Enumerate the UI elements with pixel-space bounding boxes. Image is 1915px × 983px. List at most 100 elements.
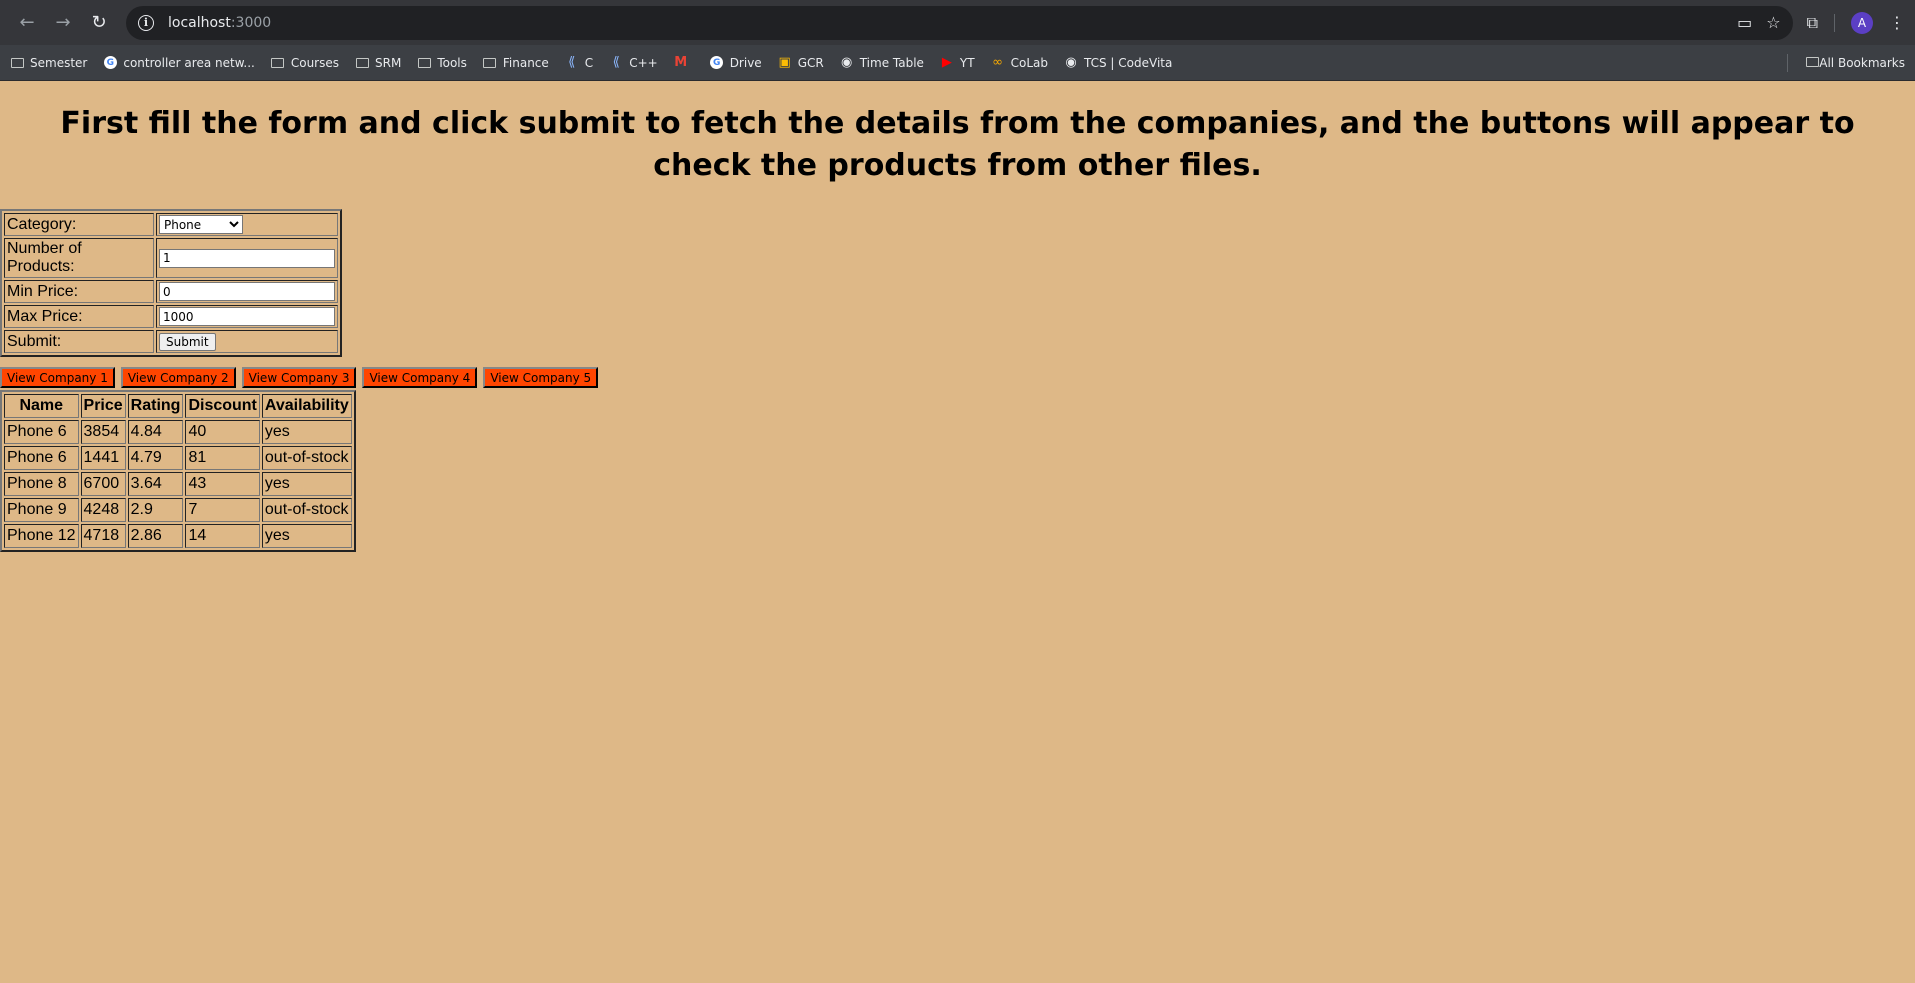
table-cell: yes	[261, 524, 352, 548]
view-company-5-button[interactable]: View Company 5	[483, 367, 599, 388]
bookmark-label: GCR	[797, 55, 824, 70]
table-cell: 1441	[80, 446, 126, 470]
classroom-icon: ▣	[778, 55, 791, 70]
table-cell: 3.64	[127, 472, 184, 496]
table-cell: yes	[261, 420, 352, 444]
bookmark-item[interactable]: ⟪ C	[565, 55, 593, 70]
gmail-icon: M	[674, 55, 688, 70]
bookmark-item[interactable]: G Drive	[710, 56, 762, 70]
submit-button[interactable]: Submit	[159, 332, 216, 351]
google-icon: G	[710, 56, 724, 69]
bookmark-label: Drive	[729, 55, 762, 70]
bookmark-label: TCS | CodeVita	[1083, 55, 1173, 70]
globe-icon: ◉	[841, 55, 853, 70]
table-row: Phone 8 6700 3.64 43 yes	[4, 472, 352, 496]
company-buttons: View Company 1 View Company 2 View Company…	[0, 367, 1915, 388]
browser-chrome: ← → ↻ i localhost:3000 ▭ ☆ ⧉ A ⋮ Semeste…	[0, 0, 1915, 81]
form-row-max-price: Max Price:	[4, 305, 338, 328]
table-cell: 4248	[80, 498, 126, 522]
bookmarks-divider	[1787, 53, 1789, 72]
folder-icon	[1806, 56, 1820, 70]
bookmark-item[interactable]: ∞ CoLab	[991, 55, 1048, 70]
bookmark-label: C++	[629, 55, 658, 70]
extensions-icon[interactable]: ⧉	[1807, 13, 1818, 33]
submit-label: Submit:	[4, 330, 154, 353]
bookmark-item[interactable]: Gcontroller area netw...	[103, 55, 255, 70]
filter-form: Category: Phone Number of Products: Min …	[0, 209, 342, 357]
table-row: Phone 6 1441 4.79 81 out-of-stock	[4, 446, 352, 470]
form-row-min-price: Min Price:	[4, 280, 338, 303]
page-heading: First fill the form and click submit to …	[60, 106, 1855, 183]
reload-icon[interactable]: ↻	[82, 6, 116, 40]
bookmark-item[interactable]: SRM	[355, 56, 401, 70]
table-row: Phone 9 4248 2.9 7 out-of-stock	[4, 498, 352, 522]
table-cell: 81	[185, 446, 260, 470]
code-icon: ⟪	[568, 55, 576, 70]
products-table: Name Price Rating Discount Availability Phon…	[0, 390, 356, 552]
bookmark-star-icon[interactable]: ☆	[1766, 13, 1780, 32]
all-bookmarks[interactable]: All Bookmarks	[1787, 53, 1905, 72]
table-cell: 2.9	[127, 498, 184, 522]
bookmark-label: Courses	[290, 55, 339, 70]
table-cell: 3854	[80, 420, 126, 444]
bookmark-item[interactable]: ▶ YT	[940, 55, 975, 70]
bookmark-label: YT	[959, 55, 975, 70]
bookmark-item[interactable]: ◉ Time Table	[840, 55, 924, 70]
form-row-category: Category: Phone	[4, 213, 338, 236]
bookmark-item[interactable]: Finance	[483, 56, 549, 70]
forward-arrow-icon[interactable]: →	[46, 6, 80, 40]
table-cell: out-of-stock	[261, 498, 352, 522]
view-company-4-button[interactable]: View Company 4	[362, 367, 478, 388]
bookmark-item[interactable]: ⟪ C++	[609, 55, 658, 70]
num-products-input[interactable]	[159, 248, 335, 268]
address-bar[interactable]: i localhost:3000 ▭ ☆	[126, 5, 1793, 40]
bookmark-item[interactable]: Courses	[271, 56, 339, 70]
back-arrow-icon[interactable]: ←	[10, 6, 44, 40]
browser-toolbar: ← → ↻ i localhost:3000 ▭ ☆ ⧉ A ⋮	[0, 0, 1915, 45]
view-company-1-button[interactable]: View Company 1	[0, 367, 115, 388]
code-icon: ⟪	[612, 55, 620, 70]
toolbar-divider	[1834, 13, 1835, 32]
bookmark-label: controller area netw...	[123, 55, 255, 70]
globe-icon: ◉	[1065, 55, 1077, 70]
max-price-input[interactable]	[159, 307, 335, 326]
table-cell: Phone 12	[4, 524, 79, 548]
bookmarks-bar: Semester Gcontroller area netw... Courses S…	[0, 45, 1915, 81]
bookmark-item[interactable]: ◉ TCS | CodeVita	[1064, 55, 1172, 70]
table-row: Phone 6 3854 4.84 40 yes	[4, 420, 352, 444]
bookmark-item[interactable]: Semester	[10, 56, 87, 70]
table-row: Phone 12 4718 2.86 14 yes	[4, 524, 352, 548]
folder-icon	[355, 57, 369, 68]
table-cell: yes	[261, 472, 352, 496]
table-cell: out-of-stock	[261, 446, 352, 470]
menu-kebab-icon[interactable]: ⋮	[1889, 13, 1905, 32]
table-cell: Phone 6	[4, 446, 79, 470]
url-port: :3000	[230, 14, 272, 31]
max-price-label: Max Price:	[4, 305, 154, 328]
min-price-label: Min Price:	[4, 280, 154, 303]
folder-icon	[417, 57, 431, 68]
site-info-icon[interactable]: i	[138, 14, 154, 31]
bookmark-label: SRM	[375, 55, 402, 70]
bookmark-item[interactable]: M	[674, 55, 694, 70]
view-company-2-button[interactable]: View Company 2	[120, 367, 236, 388]
bookmark-item[interactable]: Tools	[417, 56, 467, 70]
table-body: Phone 6 3854 4.84 40 yes Phone 6 1441 4.79 81 out…	[4, 420, 352, 548]
column-header: Discount	[185, 394, 260, 418]
column-header: Price	[80, 394, 126, 418]
table-cell: 6700	[80, 472, 126, 496]
table-cell: 43	[185, 472, 260, 496]
table-cell: 4.79	[127, 446, 184, 470]
column-header: Rating	[127, 394, 184, 418]
form-row-num-products: Number of Products:	[4, 238, 338, 278]
profile-avatar[interactable]: A	[1851, 11, 1873, 34]
view-company-3-button[interactable]: View Company 3	[241, 367, 357, 388]
min-price-input[interactable]	[159, 282, 335, 301]
bookmark-label: Time Table	[859, 55, 924, 70]
column-header: Name	[4, 394, 79, 418]
youtube-icon: ▶	[941, 55, 952, 70]
install-app-icon[interactable]: ▭	[1737, 13, 1752, 32]
max-price-cell	[156, 305, 338, 328]
bookmark-item[interactable]: ▣ GCR	[778, 55, 824, 70]
category-select[interactable]: Phone	[159, 215, 243, 234]
